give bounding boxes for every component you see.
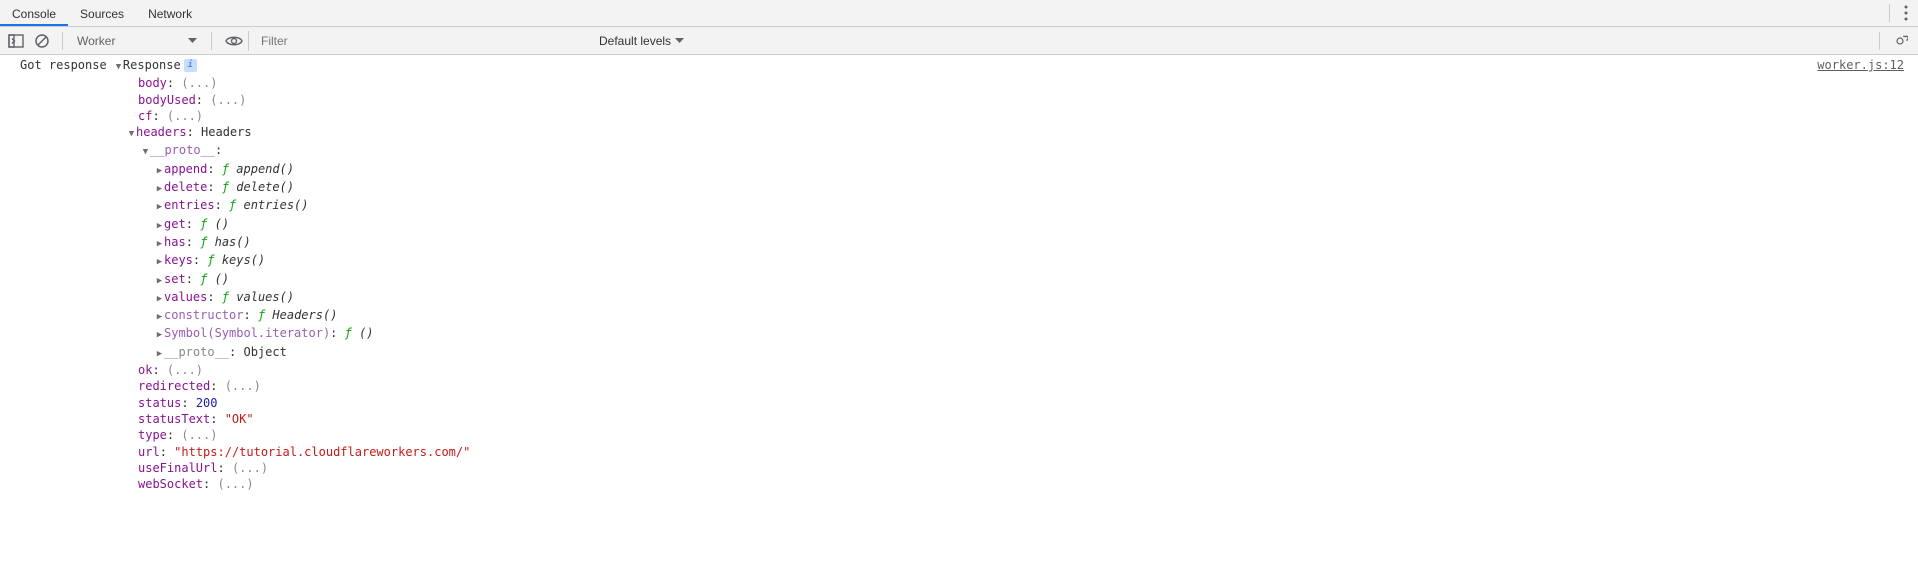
chevron-down-icon <box>675 38 684 44</box>
expand-toggle[interactable] <box>155 197 164 215</box>
log-entry: Got response Responsei worker.js:12 <box>20 57 1918 75</box>
property-row[interactable]: delete: ƒ delete() <box>20 179 1918 197</box>
property-row[interactable]: useFinalUrl: (...) <box>20 460 1918 476</box>
console-log-body[interactable]: Got response Responsei worker.js:12 body… <box>0 55 1918 575</box>
context-selector[interactable]: Worker <box>71 30 203 52</box>
filter-input[interactable] <box>257 31 587 51</box>
console-toolbar: Worker Default levels <box>0 27 1918 55</box>
property-row[interactable]: append: ƒ append() <box>20 161 1918 179</box>
property-row[interactable]: statusText: "OK" <box>20 411 1918 427</box>
object-name[interactable]: Response <box>123 58 181 72</box>
toolbar-divider <box>1879 32 1880 50</box>
expand-toggle[interactable] <box>127 124 136 142</box>
clear-console-icon[interactable] <box>30 30 54 52</box>
expand-toggle[interactable] <box>155 234 164 252</box>
property-row[interactable]: bodyUsed: (...) <box>20 92 1918 108</box>
expand-toggle[interactable] <box>155 252 164 270</box>
toolbar-divider <box>211 32 212 50</box>
property-row[interactable]: type: (...) <box>20 427 1918 443</box>
info-badge-icon[interactable]: i <box>184 59 197 72</box>
toggle-sidebar-icon[interactable] <box>4 30 28 52</box>
property-row[interactable]: entries: ƒ entries() <box>20 197 1918 215</box>
property-row[interactable]: status: 200 <box>20 395 1918 411</box>
property-row[interactable]: ok: (...) <box>20 362 1918 378</box>
property-row[interactable]: cf: (...) <box>20 108 1918 124</box>
property-row[interactable]: redirected: (...) <box>20 378 1918 394</box>
toolbar-divider <box>62 32 63 50</box>
property-row[interactable]: has: ƒ has() <box>20 234 1918 252</box>
levels-label: Default levels <box>599 34 671 48</box>
property-row[interactable]: headers: Headers <box>20 124 1918 142</box>
tabbar-divider <box>1889 4 1890 22</box>
property-row[interactable]: set: ƒ () <box>20 271 1918 289</box>
tab-sources[interactable]: Sources <box>68 2 136 25</box>
property-row[interactable]: Symbol(Symbol.iterator): ƒ () <box>20 325 1918 343</box>
expand-toggle[interactable] <box>155 325 164 343</box>
log-message: Got response Responsei <box>20 57 203 75</box>
expand-toggle[interactable] <box>155 289 164 307</box>
expand-toggle[interactable] <box>155 307 164 325</box>
tab-console[interactable]: Console <box>0 2 68 25</box>
chevron-down-icon <box>188 38 197 44</box>
property-row[interactable]: url: "https://tutorial.cloudflareworkers… <box>20 444 1918 460</box>
expand-toggle[interactable] <box>155 344 164 362</box>
property-row[interactable]: webSocket: (...) <box>20 476 1918 492</box>
expand-toggle[interactable] <box>114 57 123 75</box>
property-row[interactable]: body: (...) <box>20 75 1918 91</box>
console-log-area: Got response Responsei worker.js:12 body… <box>0 55 1918 575</box>
gear-icon[interactable] <box>1888 30 1912 52</box>
expand-toggle[interactable] <box>155 216 164 234</box>
property-row[interactable]: __proto__: Object <box>20 344 1918 362</box>
expand-toggle[interactable] <box>141 142 150 160</box>
expand-toggle[interactable] <box>155 271 164 289</box>
property-row[interactable]: keys: ƒ keys() <box>20 252 1918 270</box>
tab-network[interactable]: Network <box>136 2 204 25</box>
context-label: Worker <box>77 34 115 48</box>
live-expression-icon[interactable] <box>222 30 246 52</box>
devtools-tabbar: Console Sources Network <box>0 0 1918 27</box>
expand-toggle[interactable] <box>155 161 164 179</box>
property-row[interactable]: values: ƒ values() <box>20 289 1918 307</box>
source-link[interactable]: worker.js:12 <box>1817 57 1904 73</box>
kebab-menu-icon[interactable] <box>1894 5 1918 21</box>
property-row[interactable]: __proto__: <box>20 142 1918 160</box>
property-row[interactable]: constructor: ƒ Headers() <box>20 307 1918 325</box>
property-row[interactable]: get: ƒ () <box>20 216 1918 234</box>
log-levels-selector[interactable]: Default levels <box>599 34 684 48</box>
expand-toggle[interactable] <box>155 179 164 197</box>
